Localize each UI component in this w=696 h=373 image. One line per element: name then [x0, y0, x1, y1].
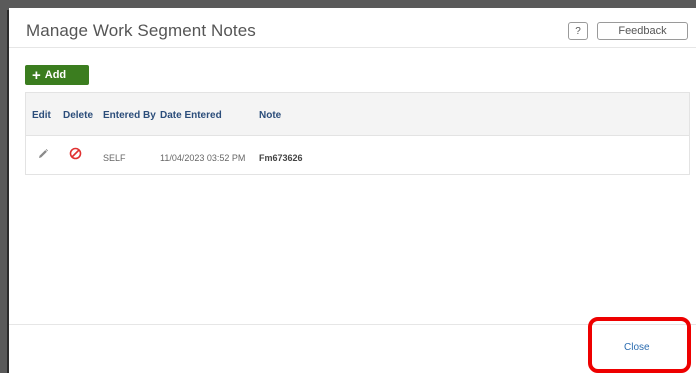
grid-header: Edit Delete Entered By Date Entered Note [26, 93, 689, 136]
help-button[interactable]: ? [568, 22, 588, 40]
column-header-edit[interactable]: Edit [32, 110, 51, 121]
column-header-date-entered[interactable]: Date Entered [160, 110, 222, 121]
date-entered-cell: 11/04/2023 03:52 PM [160, 153, 246, 163]
column-header-entered-by[interactable]: Entered By [103, 110, 156, 121]
add-button[interactable]: + Add [25, 65, 89, 85]
notes-grid: Edit Delete Entered By Date Entered Note… [25, 92, 690, 175]
plus-icon: + [32, 66, 41, 84]
feedback-button[interactable]: Feedback [597, 22, 688, 40]
entered-by-cell: SELF [103, 153, 126, 163]
add-button-label: Add [44, 69, 67, 81]
pencil-icon[interactable] [37, 148, 49, 162]
column-header-delete[interactable]: Delete [63, 110, 93, 121]
prohibited-icon[interactable] [69, 147, 82, 162]
note-cell: Fm673626 [259, 153, 303, 163]
dialog-title: Manage Work Segment Notes [26, 21, 256, 40]
dialog-header: Manage Work Segment Notes ? Feedback [9, 8, 696, 48]
close-highlight-box [588, 317, 691, 373]
column-header-note[interactable]: Note [259, 110, 281, 121]
